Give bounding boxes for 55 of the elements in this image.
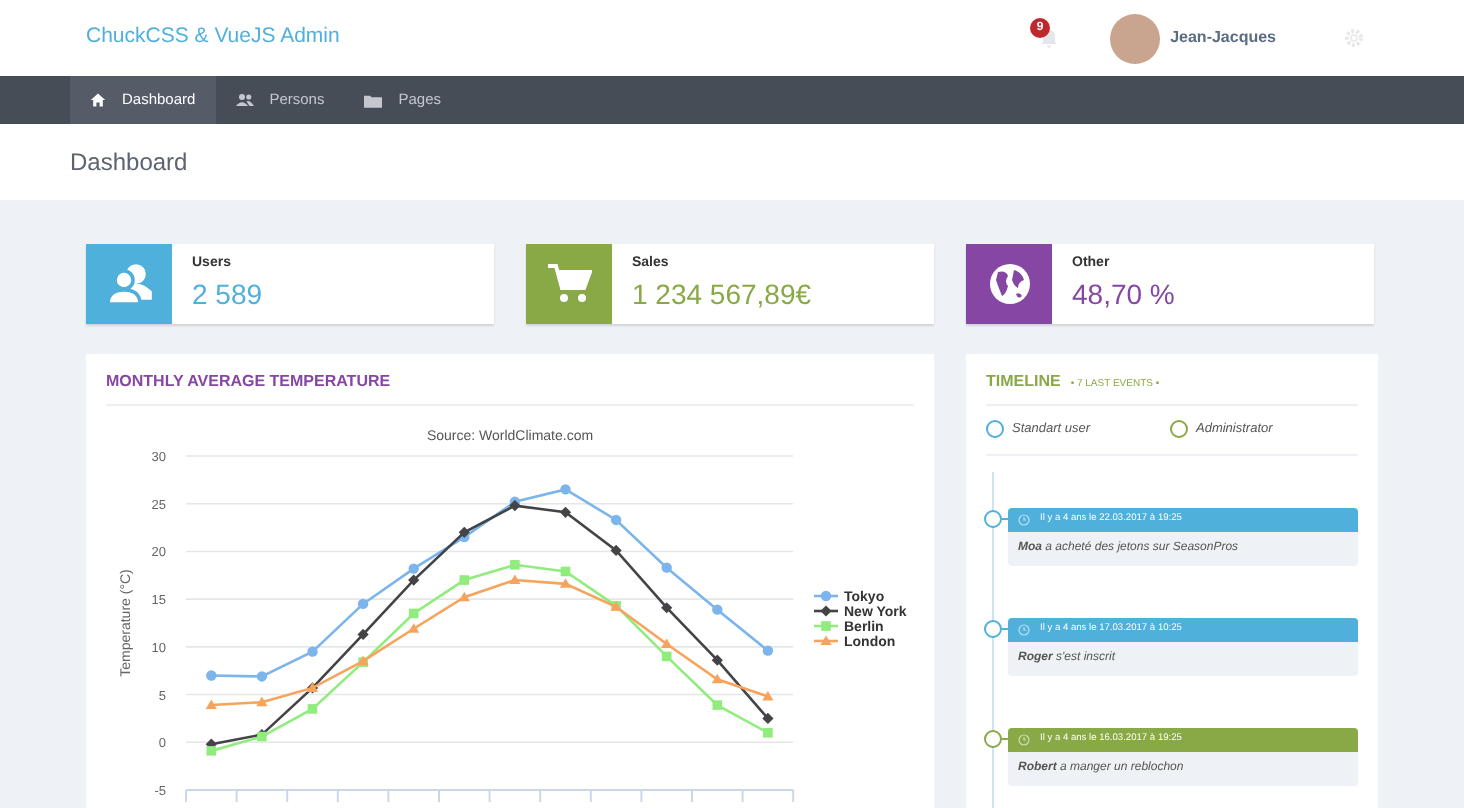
point <box>712 604 723 615</box>
point <box>206 746 217 756</box>
users-icon <box>235 92 254 108</box>
point <box>206 670 217 681</box>
point <box>509 500 521 512</box>
point <box>256 671 268 682</box>
point <box>560 484 571 495</box>
point <box>408 563 419 574</box>
point <box>559 578 572 588</box>
point <box>357 628 369 641</box>
stat-value: 1 234 567,89€ <box>632 275 812 311</box>
point <box>510 559 520 570</box>
card-title: TIMELINE <box>986 370 1061 394</box>
point <box>711 654 723 666</box>
point <box>509 574 521 585</box>
stat-value: 48,70 % <box>1072 275 1175 311</box>
point <box>661 562 672 573</box>
point <box>459 575 470 585</box>
legend-marker <box>814 621 838 631</box>
point <box>307 646 318 657</box>
point <box>711 673 723 684</box>
legend-marker <box>814 605 838 617</box>
clock-icon <box>1018 513 1030 526</box>
point <box>307 704 318 714</box>
legend-marker <box>814 635 838 645</box>
point <box>408 574 420 586</box>
point <box>610 544 622 557</box>
point <box>762 645 774 656</box>
globe-icon <box>987 262 1031 306</box>
point <box>408 608 419 619</box>
point <box>559 506 572 518</box>
point <box>357 598 369 610</box>
clock-icon <box>1018 623 1030 636</box>
point <box>458 526 470 538</box>
avatar[interactable] <box>1110 13 1161 63</box>
point <box>610 514 622 526</box>
legend-marker <box>814 590 838 602</box>
point <box>458 591 470 602</box>
home-icon <box>90 92 106 108</box>
point <box>205 699 217 710</box>
card-title: MONTHLY AVERAGE TEMPERATURE <box>106 370 393 394</box>
point <box>256 696 268 707</box>
point <box>408 623 420 633</box>
point <box>762 712 774 725</box>
users-icon <box>105 262 153 306</box>
stat-value: 2 589 <box>192 275 263 311</box>
point <box>763 727 773 738</box>
page-title: Dashboard <box>70 146 188 180</box>
cart-icon <box>547 264 591 304</box>
clock-icon <box>1018 733 1030 746</box>
folder-icon <box>364 93 383 107</box>
point <box>712 700 723 710</box>
user-name[interactable]: Jean-Jacques <box>1170 26 1276 50</box>
point <box>661 651 672 662</box>
point <box>661 602 673 614</box>
